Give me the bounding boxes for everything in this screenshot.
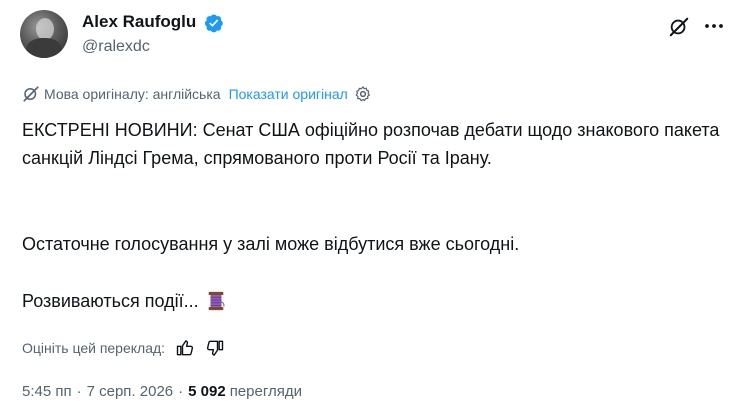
tweet-date[interactable]: 7 серп. 2026 <box>87 383 174 400</box>
source-language-label: Мова оригіналу: англійська <box>44 86 221 102</box>
thread-spool-icon <box>208 291 225 311</box>
avatar-face <box>36 18 54 40</box>
meta-separator-2: · <box>178 383 184 400</box>
thumbs-down-icon[interactable] <box>205 338 225 358</box>
views-count: 5 092 <box>188 383 226 400</box>
verified-badge-icon <box>204 14 223 33</box>
tweet-time[interactable]: 5:45 пп <box>22 383 72 400</box>
grok-small-icon <box>23 86 39 102</box>
tweet-paragraph-1: ЕКСТРЕНІ НОВИНИ: Сенат США офіційно розп… <box>22 120 720 168</box>
grok-icon[interactable] <box>668 16 690 38</box>
meta-separator: · <box>76 383 82 400</box>
rate-translation-row: Оцініть цей переклад: <box>22 337 225 359</box>
tweet-paragraph-3-row: Розвиваються події... <box>22 287 722 315</box>
tweet-paragraph-3: Розвиваються події... <box>22 291 199 311</box>
translation-bar: Мова оригіналу: англійська Показати ориг… <box>22 84 372 104</box>
avatar[interactable] <box>20 10 68 58</box>
tweet-paragraph-2: Остаточне голосування у залі може відбут… <box>22 234 520 254</box>
avatar-body <box>26 38 62 58</box>
more-options-icon[interactable] <box>702 14 726 38</box>
views-label: перегляди <box>229 383 302 400</box>
author-handle[interactable]: @ralexdc <box>82 38 150 56</box>
tweet-meta: 5:45 пп · 7 серп. 2026 · 5 092 перегляди <box>22 383 302 400</box>
show-original-link[interactable]: Показати оригінал <box>229 86 348 102</box>
thumbs-up-icon[interactable] <box>175 338 195 358</box>
author-name[interactable]: Alex Raufoglu <box>82 12 196 32</box>
gear-icon[interactable] <box>354 85 372 103</box>
rate-translation-label: Оцініть цей переклад: <box>22 340 166 356</box>
